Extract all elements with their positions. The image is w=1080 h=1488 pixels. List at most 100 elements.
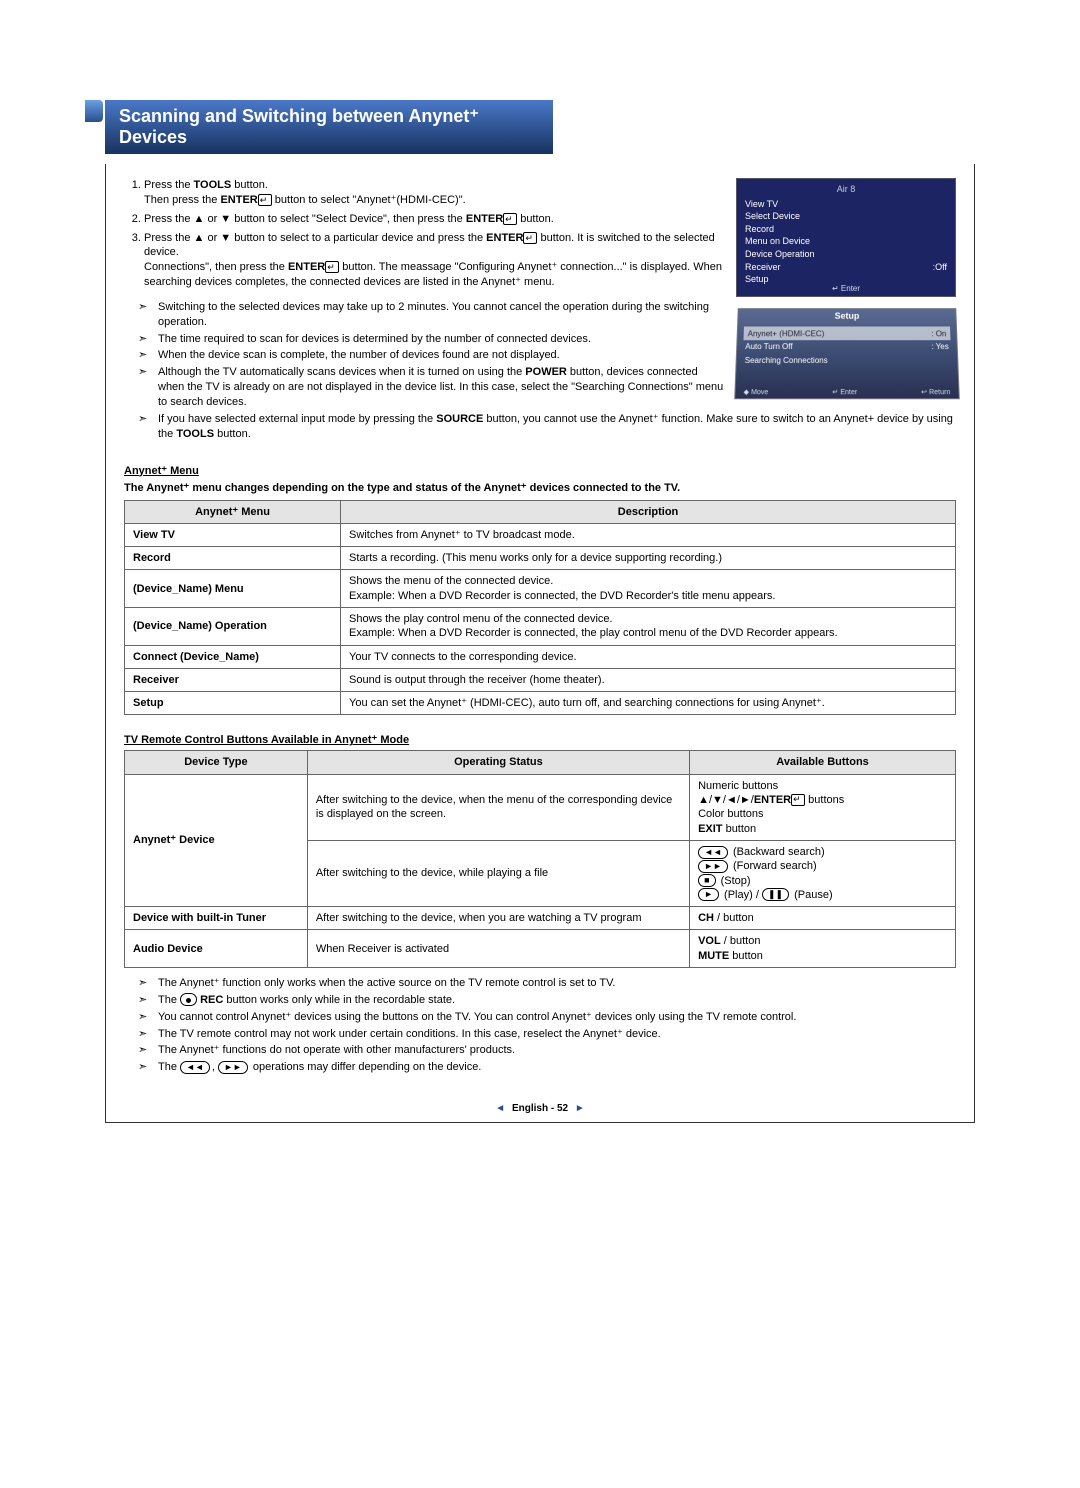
td: Connect (Device_Name)	[125, 645, 341, 668]
arrow-item: The time required to scan for devices is…	[144, 332, 956, 347]
arrow-item: When the device scan is complete, the nu…	[144, 348, 956, 363]
bold: ENTER	[754, 794, 791, 806]
step-text: button.	[231, 179, 268, 191]
td: Setup	[125, 692, 341, 715]
arrow-item: Although the TV automatically scans devi…	[144, 365, 956, 410]
section-intro: The Anynet⁺ menu changes depending on th…	[124, 481, 956, 494]
step-text: button.	[517, 213, 554, 225]
td: VOL / button MUTE button	[690, 930, 956, 968]
td: Anynet⁺ Device	[125, 774, 308, 906]
t: / button	[714, 912, 754, 924]
osd1-recv-r: :Off	[933, 261, 947, 274]
t: Although the TV automatically scans devi…	[158, 366, 525, 378]
triangle-left-icon: ◄	[495, 1103, 505, 1114]
arrow-item: You cannot control Anynet⁺ devices using…	[144, 1010, 956, 1025]
t: / button	[721, 935, 761, 947]
fastforward-icon: ►►	[218, 1061, 248, 1074]
t: Numeric buttons	[698, 780, 778, 792]
rec-button-icon	[180, 993, 197, 1006]
t: operations may differ depending on the d…	[253, 1061, 482, 1073]
osd1-enter-hint: ↵ Enter	[832, 283, 860, 294]
td: Numeric buttons ▲/▼/◄/►/ENTER buttons Co…	[690, 774, 956, 840]
td: You can set the Anynet⁺ (HDMI-CEC), auto…	[341, 692, 956, 715]
t: ▲/▼/◄/►/	[698, 794, 754, 806]
td: (Device_Name) Menu	[125, 570, 341, 608]
td: Shows the play control menu of the conne…	[341, 607, 956, 645]
stop-icon: ■	[698, 874, 715, 887]
step-text: Press the	[144, 179, 194, 191]
td: Receiver	[125, 668, 341, 691]
step-text: button to select "Anynet⁺(HDMI-CEC)".	[272, 194, 466, 206]
section-head-remote-buttons: TV Remote Control Buttons Available in A…	[124, 733, 956, 746]
bold: REC	[200, 994, 223, 1006]
t: The	[158, 994, 180, 1006]
enter-icon	[325, 261, 339, 273]
bold: MUTE	[698, 950, 729, 962]
td: Your TV connects to the corresponding de…	[341, 645, 956, 668]
t: button	[729, 950, 763, 962]
step-text: Press the ▲ or ▼ button to select to a p…	[144, 232, 486, 244]
td: After switching to the device, while pla…	[307, 840, 689, 906]
td: Shows the menu of the connected device. …	[341, 570, 956, 608]
page-title: Scanning and Switching between Anynet⁺ D…	[105, 100, 553, 154]
enter-icon	[503, 213, 517, 225]
t: Color buttons	[698, 808, 763, 820]
t: button	[723, 823, 757, 835]
anynet-menu-table: Anynet⁺ Menu Description View TVSwitches…	[124, 500, 956, 716]
bold: SOURCE	[436, 413, 483, 425]
bold: ENTER	[220, 194, 257, 206]
triangle-right-icon: ►	[575, 1103, 585, 1114]
osd1-row: View TV	[745, 198, 778, 211]
bold: VOL	[698, 935, 721, 947]
osd1-row: Record	[745, 223, 774, 236]
arrow-item: The REC button works only while in the r…	[144, 993, 956, 1008]
th: Device Type	[125, 751, 308, 774]
osd1-row: Menu on Device	[745, 235, 810, 248]
osd1-header: Air 8	[743, 183, 949, 196]
bold: EXIT	[698, 823, 722, 835]
section-tab	[85, 100, 103, 122]
step-text: Connections", then press the	[144, 261, 288, 273]
td: (Device_Name) Operation	[125, 607, 341, 645]
t: (Backward search)	[733, 846, 825, 858]
t: buttons	[805, 794, 844, 806]
t: (Play) /	[724, 889, 759, 901]
step-text: Press the ▲ or ▼ button to select "Selec…	[144, 213, 466, 225]
t: button.	[214, 428, 251, 440]
td: After switching to the device, when you …	[307, 907, 689, 930]
arrow-list-bottom: The Anynet⁺ function only works when the…	[124, 976, 956, 1075]
td: Record	[125, 547, 341, 570]
th: Description	[341, 500, 956, 523]
bold: ENTER	[466, 213, 503, 225]
page-footer: ◄ English - 52 ►	[124, 1103, 956, 1114]
arrow-item: The TV remote control may not work under…	[144, 1027, 956, 1042]
arrow-list-top: Switching to the selected devices may ta…	[124, 300, 956, 442]
osd1-row: Device Operation	[745, 248, 815, 261]
arrow-item: Switching to the selected devices may ta…	[144, 300, 956, 330]
enter-icon	[258, 194, 272, 206]
th: Anynet⁺ Menu	[125, 500, 341, 523]
t: (Pause)	[794, 889, 833, 901]
bold: POWER	[525, 366, 567, 378]
enter-icon	[791, 794, 805, 806]
td: After switching to the device, when the …	[307, 774, 689, 840]
t: If you have selected external input mode…	[158, 413, 436, 425]
t: button works only while in the recordabl…	[226, 994, 455, 1006]
content-frame: Air 8 View TV Select Device Record Menu …	[105, 164, 975, 1123]
pause-icon: ❚❚	[762, 888, 789, 901]
remote-buttons-table: Device Type Operating Status Available B…	[124, 750, 956, 968]
step-text: Then press the	[144, 194, 220, 206]
bold: CH	[698, 912, 714, 924]
th: Available Buttons	[690, 751, 956, 774]
fastforward-icon: ►►	[698, 860, 728, 873]
rewind-icon: ◄◄	[180, 1061, 210, 1074]
td: Starts a recording. (This menu works onl…	[341, 547, 956, 570]
bold: TOOLS	[176, 428, 214, 440]
title-bar-wrap: Scanning and Switching between Anynet⁺ D…	[105, 100, 975, 154]
th: Operating Status	[307, 751, 689, 774]
td: ◄◄ (Backward search) ►► (Forward search)…	[690, 840, 956, 906]
bold: ENTER	[288, 261, 325, 273]
td: View TV	[125, 523, 341, 546]
td: Audio Device	[125, 930, 308, 968]
t: (Stop)	[721, 875, 751, 887]
